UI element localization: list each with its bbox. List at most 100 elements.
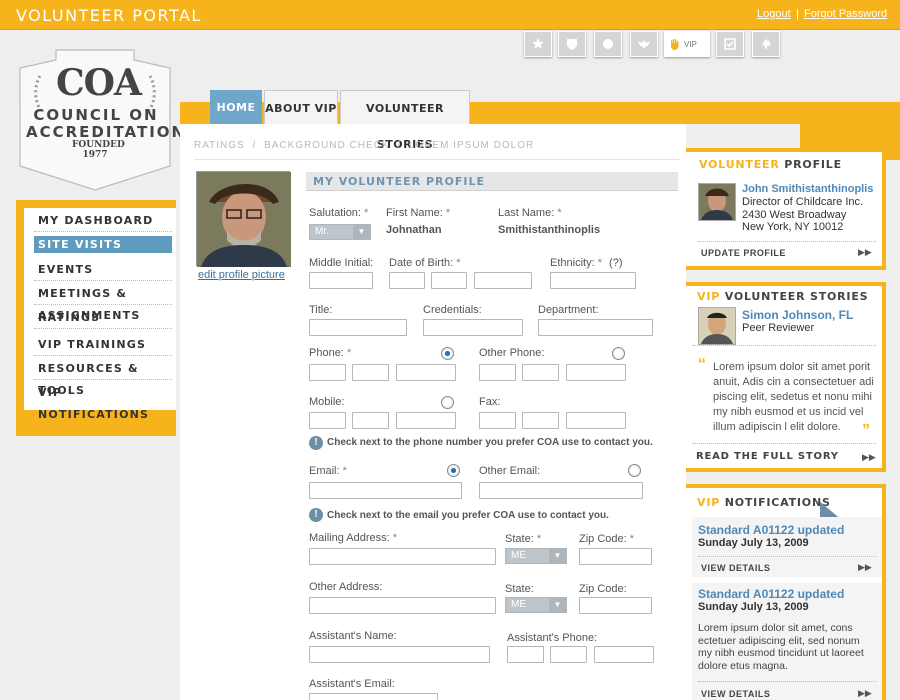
person-avatar-icon (699, 184, 735, 220)
view-details-link[interactable]: VIEW DETAILS (701, 563, 770, 573)
star-badge[interactable] (524, 31, 552, 57)
ethnicity-input[interactable] (550, 272, 636, 289)
fax-area-input[interactable] (479, 412, 516, 429)
fax-line-input[interactable] (566, 412, 626, 429)
eagle-badge[interactable] (630, 31, 658, 57)
phone-prefix-input[interactable] (352, 364, 389, 381)
email-input[interactable] (309, 482, 462, 499)
credentials-input[interactable] (423, 319, 523, 336)
shield-badge[interactable] (558, 31, 586, 57)
other-phone-radio[interactable] (612, 347, 625, 360)
double-arrow-icon[interactable]: ▶▶ (862, 452, 876, 463)
sidebar-item-dashboard[interactable]: MY DASHBOARD (34, 210, 172, 232)
email-preferred-radio[interactable] (447, 464, 460, 477)
mailing-address-input[interactable] (309, 548, 496, 565)
first-name-value[interactable]: Johnathan (386, 224, 442, 236)
mailing-state-select[interactable]: ME ▼ (505, 548, 567, 564)
logout-link[interactable]: Logout (757, 8, 791, 20)
other-zip-label: Zip Code: (579, 583, 627, 595)
salutation-select[interactable]: Mr. ▼ (309, 224, 371, 240)
tab-volunteer-stories[interactable]: VOLUNTEER STORIES (340, 90, 470, 151)
volunteer-name[interactable]: John Smithistanthinoplis (742, 183, 873, 195)
notification-body: Lorem ipsum dolor sit amet, cons ectetue… (698, 622, 864, 672)
mobile-line-input[interactable] (396, 412, 456, 429)
assistant-email-label: Assistant's Email: (309, 678, 395, 690)
mobile-area-input[interactable] (309, 412, 346, 429)
other-address-input[interactable] (309, 597, 496, 614)
story-quote: Lorem ipsum dolor sit amet porit anuit, … (713, 361, 874, 433)
sidebar-item-trainings[interactable]: VIP TRAININGS (34, 334, 172, 356)
assistant-phone-line-input[interactable] (594, 646, 654, 663)
other-zip-input[interactable] (579, 597, 652, 614)
story-avatar (698, 307, 736, 345)
sidebar-item-ratings[interactable]: RATINGS (34, 307, 172, 329)
info-icon: ! (309, 508, 323, 522)
department-input[interactable] (538, 319, 653, 336)
other-phone-area-input[interactable] (479, 364, 516, 381)
middle-initial-input[interactable] (309, 272, 373, 289)
dob-day-input[interactable] (431, 272, 467, 289)
email-note: Check next to the email you prefer COA u… (327, 510, 609, 521)
assistant-email-input[interactable] (309, 693, 438, 700)
mailing-address-label: Mailing Address: * (309, 532, 398, 544)
mobile-prefix-input[interactable] (352, 412, 389, 429)
vip-badge[interactable]: VIP (664, 31, 710, 57)
forgot-password-link[interactable]: Forgot Password (804, 8, 887, 20)
divider (692, 345, 876, 346)
story-author-role: Peer Reviewer (742, 322, 815, 334)
notification-title[interactable]: Standard A01122 updated (698, 523, 844, 537)
sidebar-item-events[interactable]: EVENTS (34, 259, 172, 281)
double-arrow-icon[interactable]: ▶▶ (858, 247, 872, 258)
phone-line-input[interactable] (396, 364, 456, 381)
dob-month-input[interactable] (389, 272, 425, 289)
info-icon: ! (309, 436, 323, 450)
tab-home[interactable]: HOME (210, 90, 262, 124)
sidebar-item-meetings[interactable]: MEETINGS & ASSIGNMENTS (34, 283, 172, 322)
sidebar-item-resources[interactable]: RESOURCES & TOOLS (34, 358, 172, 397)
other-email-input[interactable] (479, 482, 643, 499)
phone-preferred-radio[interactable] (441, 347, 454, 360)
edit-profile-picture-link[interactable]: edit profile picture (198, 269, 285, 281)
volunteer-profile-title: VOLUNTEER PROFILE (699, 158, 842, 171)
breadcrumb-background-check[interactable]: BACKGROUND CHECK (264, 140, 389, 151)
sidebar-item-site-visits[interactable]: SITE VISITS (34, 236, 172, 253)
shield-icon (567, 39, 577, 50)
profile-section-title: MY VOLUNTEER PROFILE (306, 172, 678, 191)
assistant-phone-area-input[interactable] (507, 646, 544, 663)
email-label: Email: * (309, 465, 347, 477)
credentials-label: Credentials: (423, 304, 482, 316)
view-details-link[interactable]: VIEW DETAILS (701, 689, 770, 699)
dob-year-input[interactable] (474, 272, 532, 289)
tab-about-vip[interactable]: ABOUT VIP (264, 90, 338, 124)
phone-area-input[interactable] (309, 364, 346, 381)
sidebar-item-notifications[interactable]: VIP NOTIFICATIONS (34, 382, 172, 421)
circle-badge[interactable] (594, 31, 622, 57)
circle-icon (603, 39, 613, 49)
other-email-radio[interactable] (628, 464, 641, 477)
notification-title[interactable]: Standard A01122 updated (698, 587, 844, 601)
assistant-name-input[interactable] (309, 646, 490, 663)
breadcrumb-ratings[interactable]: RATINGS (194, 140, 245, 151)
other-state-select[interactable]: ME ▼ (505, 597, 567, 613)
last-name-value[interactable]: Smithistanthinoplis (498, 224, 600, 236)
double-arrow-icon[interactable]: ▶▶ (858, 562, 872, 573)
title-input[interactable] (309, 319, 407, 336)
maple-badge[interactable] (752, 31, 780, 57)
other-phone-line-input[interactable] (566, 364, 626, 381)
fax-label: Fax: (479, 396, 501, 408)
check-badge[interactable] (716, 31, 744, 57)
other-phone-prefix-input[interactable] (522, 364, 559, 381)
mobile-radio[interactable] (441, 396, 454, 409)
breadcrumb-separator: / (252, 140, 257, 151)
read-full-story-link[interactable]: READ THE FULL STORY (696, 451, 839, 462)
mailing-zip-input[interactable] (579, 548, 652, 565)
ethnicity-help-link[interactable]: (?) (609, 257, 622, 269)
assistant-phone-prefix-input[interactable] (550, 646, 587, 663)
double-arrow-icon[interactable]: ▶▶ (858, 688, 872, 699)
breadcrumb-lorem[interactable]: LOREM IPSUM DOLOR (409, 140, 534, 151)
update-profile-link[interactable]: UPDATE PROFILE (701, 248, 786, 258)
story-author[interactable]: Simon Johnson, FL (742, 308, 853, 322)
fax-prefix-input[interactable] (522, 412, 559, 429)
phone-note: Check next to the phone number you prefe… (327, 437, 653, 448)
open-quote-icon: “ (698, 356, 706, 373)
